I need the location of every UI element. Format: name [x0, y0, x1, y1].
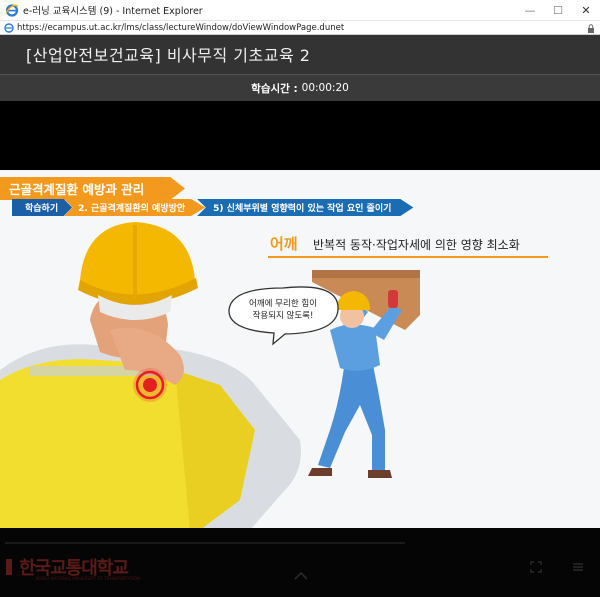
page-icon: [4, 22, 14, 33]
study-time-label: 학습시간 :: [251, 82, 298, 95]
university-name-en: KOREA NATIONAL UNIVERSITY OF TRANSPORTAT…: [36, 576, 140, 581]
worker-back-illustration: [0, 222, 301, 530]
study-time-bar: 학습시간 : 00:00:20: [0, 74, 600, 101]
window-titlebar: e-러닝 교육시스템 (9) - Internet Explorer — ☐ ✕: [0, 0, 600, 20]
player-control-bar: 한국교통대학교 KOREA NATIONAL UNIVERSITY OF TRA…: [0, 528, 600, 597]
heading-text: 반복적 동작·작업자세에 의한 영향 최소화: [313, 238, 520, 252]
study-time-value: 00:00:20: [301, 82, 349, 94]
address-bar[interactable]: https://ecampus.ut.ac.kr/lms/class/lectu…: [0, 20, 600, 35]
speech-line-2: 작용되지 않도록!: [252, 311, 314, 321]
university-emblem-icon: [6, 559, 12, 575]
course-title: [산업안전보건교육] 비사무직 기초교육 2: [26, 46, 311, 65]
speech-bubble: 어깨에 무리한 힘이 작용되지 않도록!: [228, 286, 338, 334]
course-header: [산업안전보건교육] 비사무직 기초교육 2: [0, 35, 600, 74]
progress-track[interactable]: [5, 542, 405, 544]
fullscreen-icon[interactable]: [530, 561, 542, 573]
slide-illustration: [0, 222, 420, 530]
ie-logo-icon: [5, 4, 19, 17]
chevron-up-icon[interactable]: [293, 571, 309, 581]
section-banner: 근골격계질환 예방과 관리: [0, 177, 185, 200]
breadcrumb-step-learn: 학습하기: [12, 199, 73, 216]
heading-body-part: 어깨: [270, 235, 298, 253]
window-controls: — ☐ ✕: [516, 0, 600, 20]
lock-icon: [588, 24, 594, 33]
video-player[interactable]: 근골격계질환 예방과 관리 학습하기 2. 근골격계질환의 예방방안 5) 신체…: [0, 101, 600, 597]
section-banner-text: 근골격계질환 예방과 관리: [9, 182, 145, 197]
close-button[interactable]: ✕: [572, 0, 600, 20]
lecture-slide: 근골격계질환 예방과 관리 학습하기 2. 근골격계질환의 예방방안 5) 신체…: [0, 170, 600, 530]
speech-line-1: 어깨에 무리한 힘이: [249, 299, 317, 309]
heading-underline: [268, 256, 548, 258]
breadcrumb-step-factors: 5) 신체부위별 영향력이 있는 작업 요인 줄이기: [197, 199, 414, 216]
menu-icon[interactable]: [572, 561, 584, 573]
slide-breadcrumb: 학습하기 2. 근골격계질환의 예방방안 5) 신체부위별 영향력이 있는 작업…: [12, 199, 414, 216]
window-title: e-러닝 교육시스템 (9) - Internet Explorer: [23, 6, 203, 17]
minimize-button[interactable]: —: [516, 0, 544, 20]
address-url[interactable]: https://ecampus.ut.ac.kr/lms/class/lectu…: [17, 23, 344, 33]
breadcrumb-step-prevention: 2. 근골격계질환의 예방방안: [64, 199, 206, 216]
maximize-button[interactable]: ☐: [544, 0, 572, 20]
